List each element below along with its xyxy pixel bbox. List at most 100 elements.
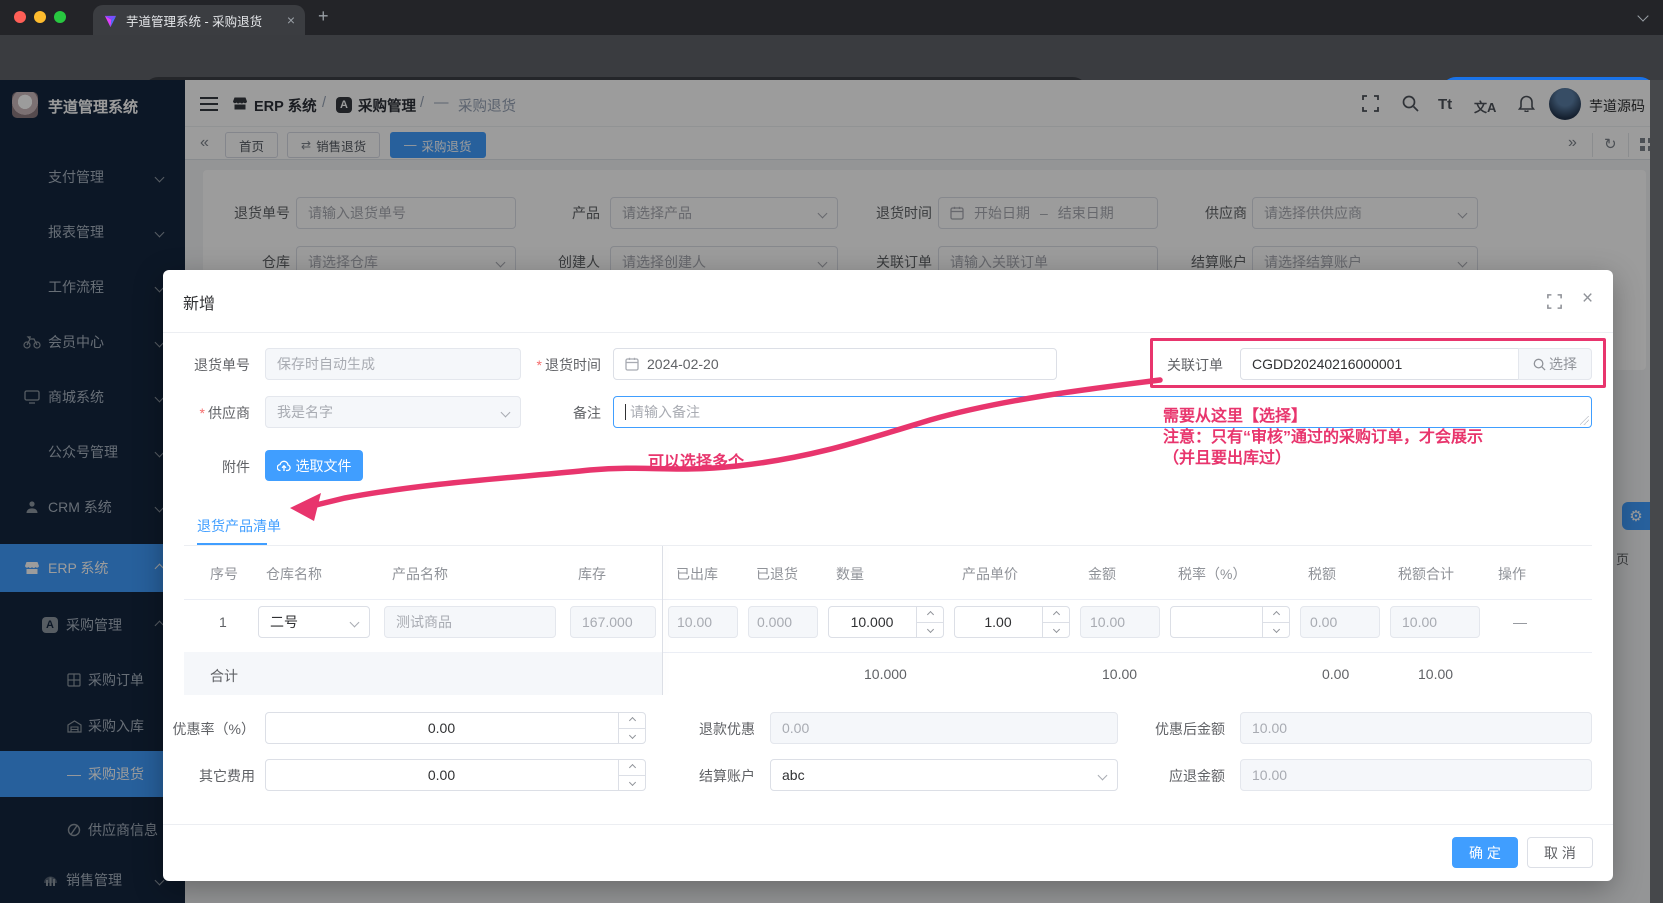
totals-tax-total: 10.00 (1418, 666, 1454, 682)
col-header-tax: 税额 (1308, 566, 1336, 582)
form-remark-label: 备注 (573, 405, 601, 421)
fixed-column-divider (662, 546, 663, 695)
input-value: 167.000 (582, 614, 633, 630)
window-minimize-button[interactable] (34, 11, 46, 23)
favicon (103, 13, 118, 28)
stepper-value: 1.00 (984, 614, 1012, 630)
select-value: abc (782, 767, 805, 783)
dialog-title: 新增 (183, 296, 216, 313)
account-label: 结算账户 (699, 768, 755, 784)
tab-return-product-list[interactable]: 退货产品清单 (197, 516, 281, 536)
cell-product-input: 测试商品 (384, 606, 556, 638)
stepper-down-button[interactable] (1043, 621, 1069, 638)
form-return-time-label: * 退货时间 (536, 357, 601, 373)
input-value: 10.00 (1252, 767, 1288, 783)
col-header-tax-total: 税额合计 (1398, 566, 1454, 582)
col-header-out: 已出库 (676, 566, 718, 582)
header-row-divider (184, 599, 1592, 600)
form-attachment-label: 附件 (222, 459, 250, 475)
refund-discount-label: 退款优惠 (699, 721, 755, 737)
cell-op: — (1513, 614, 1527, 630)
form-return-time-input[interactable]: 2024-02-20 (613, 348, 1057, 380)
annotation-highlight-box (1150, 338, 1606, 388)
window-close-button[interactable] (14, 11, 26, 23)
stepper-value: 10.000 (850, 614, 894, 630)
dialog-header-divider (163, 332, 1613, 333)
input-value: 10.00 (1402, 614, 1438, 630)
browser-tab[interactable]: 芋道管理系统 - 采购退货 × (93, 5, 305, 35)
dialog-fullscreen-icon[interactable] (1547, 294, 1562, 309)
stepper-up-button[interactable] (619, 713, 645, 728)
col-header-amount: 金额 (1088, 566, 1116, 582)
button-label: 确 定 (1469, 844, 1501, 861)
dialog-close-icon[interactable]: × (1582, 288, 1593, 310)
col-header-stock: 库存 (578, 566, 606, 582)
resize-handle[interactable] (1580, 416, 1589, 425)
col-header-returned: 已退货 (756, 566, 798, 582)
other-fee-label: 其它费用 (199, 768, 255, 784)
input-value: 0.000 (757, 614, 793, 630)
cell-warehouse-select[interactable]: 二号 (258, 606, 370, 638)
tab-close-icon[interactable]: × (287, 12, 295, 28)
discount-rate-stepper[interactable]: 0.00 (265, 712, 646, 744)
chevron-down-icon (349, 617, 360, 628)
text-cursor (625, 404, 626, 420)
screen: 芋道管理系统 - 采购退货 × + ← → ↻ ⌂ 127.0.0.1/erp/… (0, 0, 1663, 903)
button-label: 选取文件 (295, 457, 352, 474)
cell-tax-rate-stepper[interactable] (1170, 606, 1290, 638)
totals-amount: 10.00 (1102, 666, 1138, 682)
totals-qty: 10.000 (864, 666, 907, 682)
cell-stock-input: 167.000 (570, 606, 656, 638)
choose-file-button[interactable]: 选取文件 (265, 450, 363, 481)
discount-rate-label: 优惠率（%） (172, 721, 255, 737)
stepper-up-button[interactable] (917, 607, 943, 622)
totals-label: 合计 (210, 668, 238, 684)
other-fee-stepper[interactable]: 0.00 (265, 759, 646, 791)
window-zoom-button[interactable] (54, 11, 66, 23)
new-tab-button[interactable]: + (318, 6, 329, 27)
required-asterisk: * (536, 357, 542, 373)
cell-tax-input: 0.00 (1300, 606, 1380, 638)
col-header-tax-rate: 税率（%） (1178, 566, 1247, 582)
tab-search-chevron-icon[interactable] (1637, 10, 1649, 22)
chevron-down-icon (500, 407, 511, 418)
totals-fixed-block (184, 652, 663, 695)
col-header-price: 产品单价 (962, 566, 1018, 582)
upload-cloud-icon (276, 460, 291, 472)
date-value: 2024-02-20 (647, 356, 719, 372)
select-value: 我是名字 (277, 404, 333, 420)
calendar-icon (625, 357, 639, 371)
chevron-down-icon (1097, 770, 1108, 781)
tab-row-divider (184, 545, 1592, 546)
stepper-down-button[interactable] (1263, 621, 1289, 638)
col-header-op: 操作 (1498, 566, 1526, 582)
stepper-down-button[interactable] (619, 774, 645, 791)
cell-row-no: 1 (219, 614, 227, 630)
form-supplier-select[interactable]: 我是名字 (265, 396, 521, 428)
cell-price-stepper[interactable]: 1.00 (954, 606, 1070, 638)
input-value: 测试商品 (396, 614, 452, 630)
confirm-button[interactable]: 确 定 (1452, 837, 1518, 868)
stepper-down-button[interactable] (619, 727, 645, 744)
cell-qty-stepper[interactable]: 10.000 (828, 606, 944, 638)
stepper-down-button[interactable] (917, 621, 943, 638)
refund-discount-input: 0.00 (770, 712, 1118, 744)
input-value: 10.00 (1090, 614, 1126, 630)
account-select[interactable]: abc (770, 759, 1118, 791)
amount-after-label: 优惠后金额 (1155, 721, 1225, 737)
totals-tax: 0.00 (1322, 666, 1350, 682)
cell-tax-total-input: 10.00 (1390, 606, 1480, 638)
placeholder: 保存时自动生成 (277, 356, 375, 372)
form-return-no-label: 退货单号 (194, 357, 250, 373)
stepper-up-button[interactable] (619, 760, 645, 775)
annotation-note-3: （并且要出库过） (1163, 450, 1292, 467)
amount-after-input: 10.00 (1240, 712, 1592, 744)
col-header-no: 序号 (210, 566, 238, 582)
stepper-up-button[interactable] (1043, 607, 1069, 622)
cancel-button[interactable]: 取 消 (1527, 837, 1593, 868)
refund-amount-label: 应退金额 (1169, 768, 1225, 784)
browser-scrollbar[interactable] (1650, 80, 1663, 903)
input-value: 10.00 (677, 614, 713, 630)
col-header-qty: 数量 (836, 566, 864, 582)
stepper-up-button[interactable] (1263, 607, 1289, 622)
